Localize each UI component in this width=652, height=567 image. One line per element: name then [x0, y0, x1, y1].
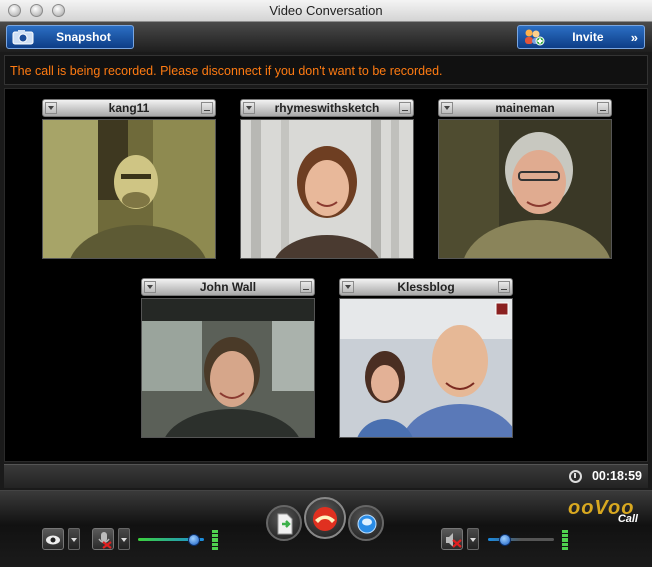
- participant-minimize-button[interactable]: [597, 102, 609, 114]
- participant-header: maineman: [438, 99, 612, 117]
- recording-notice-text: The call is being recorded. Please disco…: [10, 64, 443, 78]
- snapshot-button[interactable]: Snapshot: [6, 25, 134, 49]
- participant-minimize-button[interactable]: [399, 102, 411, 114]
- speaker-volume-knob[interactable]: [498, 534, 511, 546]
- camera-icon: [12, 29, 34, 45]
- mute-speaker-button[interactable]: [441, 528, 463, 550]
- participant-menu-button[interactable]: [144, 281, 156, 293]
- participant-tile: rhymeswithsketch: [240, 99, 414, 259]
- participant-tile: Klessblog: [339, 278, 513, 438]
- participant-video: [339, 298, 513, 438]
- participant-tile: maineman: [438, 99, 612, 259]
- participant-name: maineman: [495, 101, 555, 115]
- participant-menu-button[interactable]: [342, 281, 354, 293]
- participant-header: kang11: [42, 99, 216, 117]
- participant-header: John Wall: [141, 278, 315, 296]
- microphone-dropdown[interactable]: [118, 528, 130, 550]
- speaker-dropdown[interactable]: [467, 528, 479, 550]
- chat-button[interactable]: [348, 505, 384, 541]
- participant-restore-button[interactable]: [498, 281, 510, 293]
- participant-tile: kang11: [42, 99, 216, 259]
- invite-button[interactable]: Invite »: [517, 25, 645, 49]
- title-bar: Video Conversation: [0, 0, 652, 22]
- mic-muted-icon: [96, 531, 112, 554]
- eye-icon: [45, 533, 61, 551]
- participant-video: [240, 119, 414, 259]
- participant-minimize-button[interactable]: [300, 281, 312, 293]
- recording-notice: The call is being recorded. Please disco…: [4, 55, 648, 85]
- participant-header: Klessblog: [339, 278, 513, 296]
- video-stage: kang11 rhymeswithsketch maineman John Wa…: [4, 88, 648, 462]
- invite-label: Invite: [572, 30, 604, 44]
- speaker-muted-icon: [444, 531, 462, 554]
- participant-header: rhymeswithsketch: [240, 99, 414, 117]
- hangup-button[interactable]: [304, 497, 346, 539]
- participant-name: John Wall: [199, 280, 257, 294]
- video-view-button[interactable]: [42, 528, 64, 550]
- call-timer-bar: 00:18:59: [4, 464, 648, 488]
- participant-menu-button[interactable]: [45, 102, 57, 114]
- speaker-level-meter: [562, 530, 568, 551]
- call-controls: ooVoo Call: [0, 490, 652, 567]
- participant-name: Klessblog: [397, 280, 455, 294]
- participant-name: rhymeswithsketch: [274, 101, 380, 115]
- toolbar: Snapshot Invite »: [0, 22, 652, 52]
- snapshot-label: Snapshot: [56, 30, 111, 44]
- send-file-icon: [276, 513, 294, 540]
- video-view-dropdown[interactable]: [68, 528, 80, 550]
- oovoo-logo: ooVoo Call: [568, 497, 638, 525]
- hangup-icon: [311, 507, 339, 536]
- brand-sub-text: Call: [617, 513, 638, 525]
- invite-icon: [523, 28, 545, 46]
- participant-minimize-button[interactable]: [201, 102, 213, 114]
- chat-icon: [357, 514, 377, 539]
- participant-video: [42, 119, 216, 259]
- mute-microphone-button[interactable]: [92, 528, 114, 550]
- window-title: Video Conversation: [269, 3, 383, 18]
- microphone-level-meter: [212, 530, 218, 551]
- clock-icon: [569, 470, 582, 483]
- participant-video: [438, 119, 612, 259]
- speaker-volume-slider[interactable]: [488, 538, 554, 541]
- participant-tile: John Wall: [141, 278, 315, 438]
- chevron-right-icon: »: [630, 29, 638, 45]
- participant-video: [141, 298, 315, 438]
- participant-menu-button[interactable]: [243, 102, 255, 114]
- participant-name: kang11: [108, 101, 150, 115]
- call-timer: 00:18:59: [591, 469, 642, 483]
- participant-menu-button[interactable]: [441, 102, 453, 114]
- send-file-button[interactable]: [266, 505, 302, 541]
- microphone-volume-knob[interactable]: [188, 534, 201, 546]
